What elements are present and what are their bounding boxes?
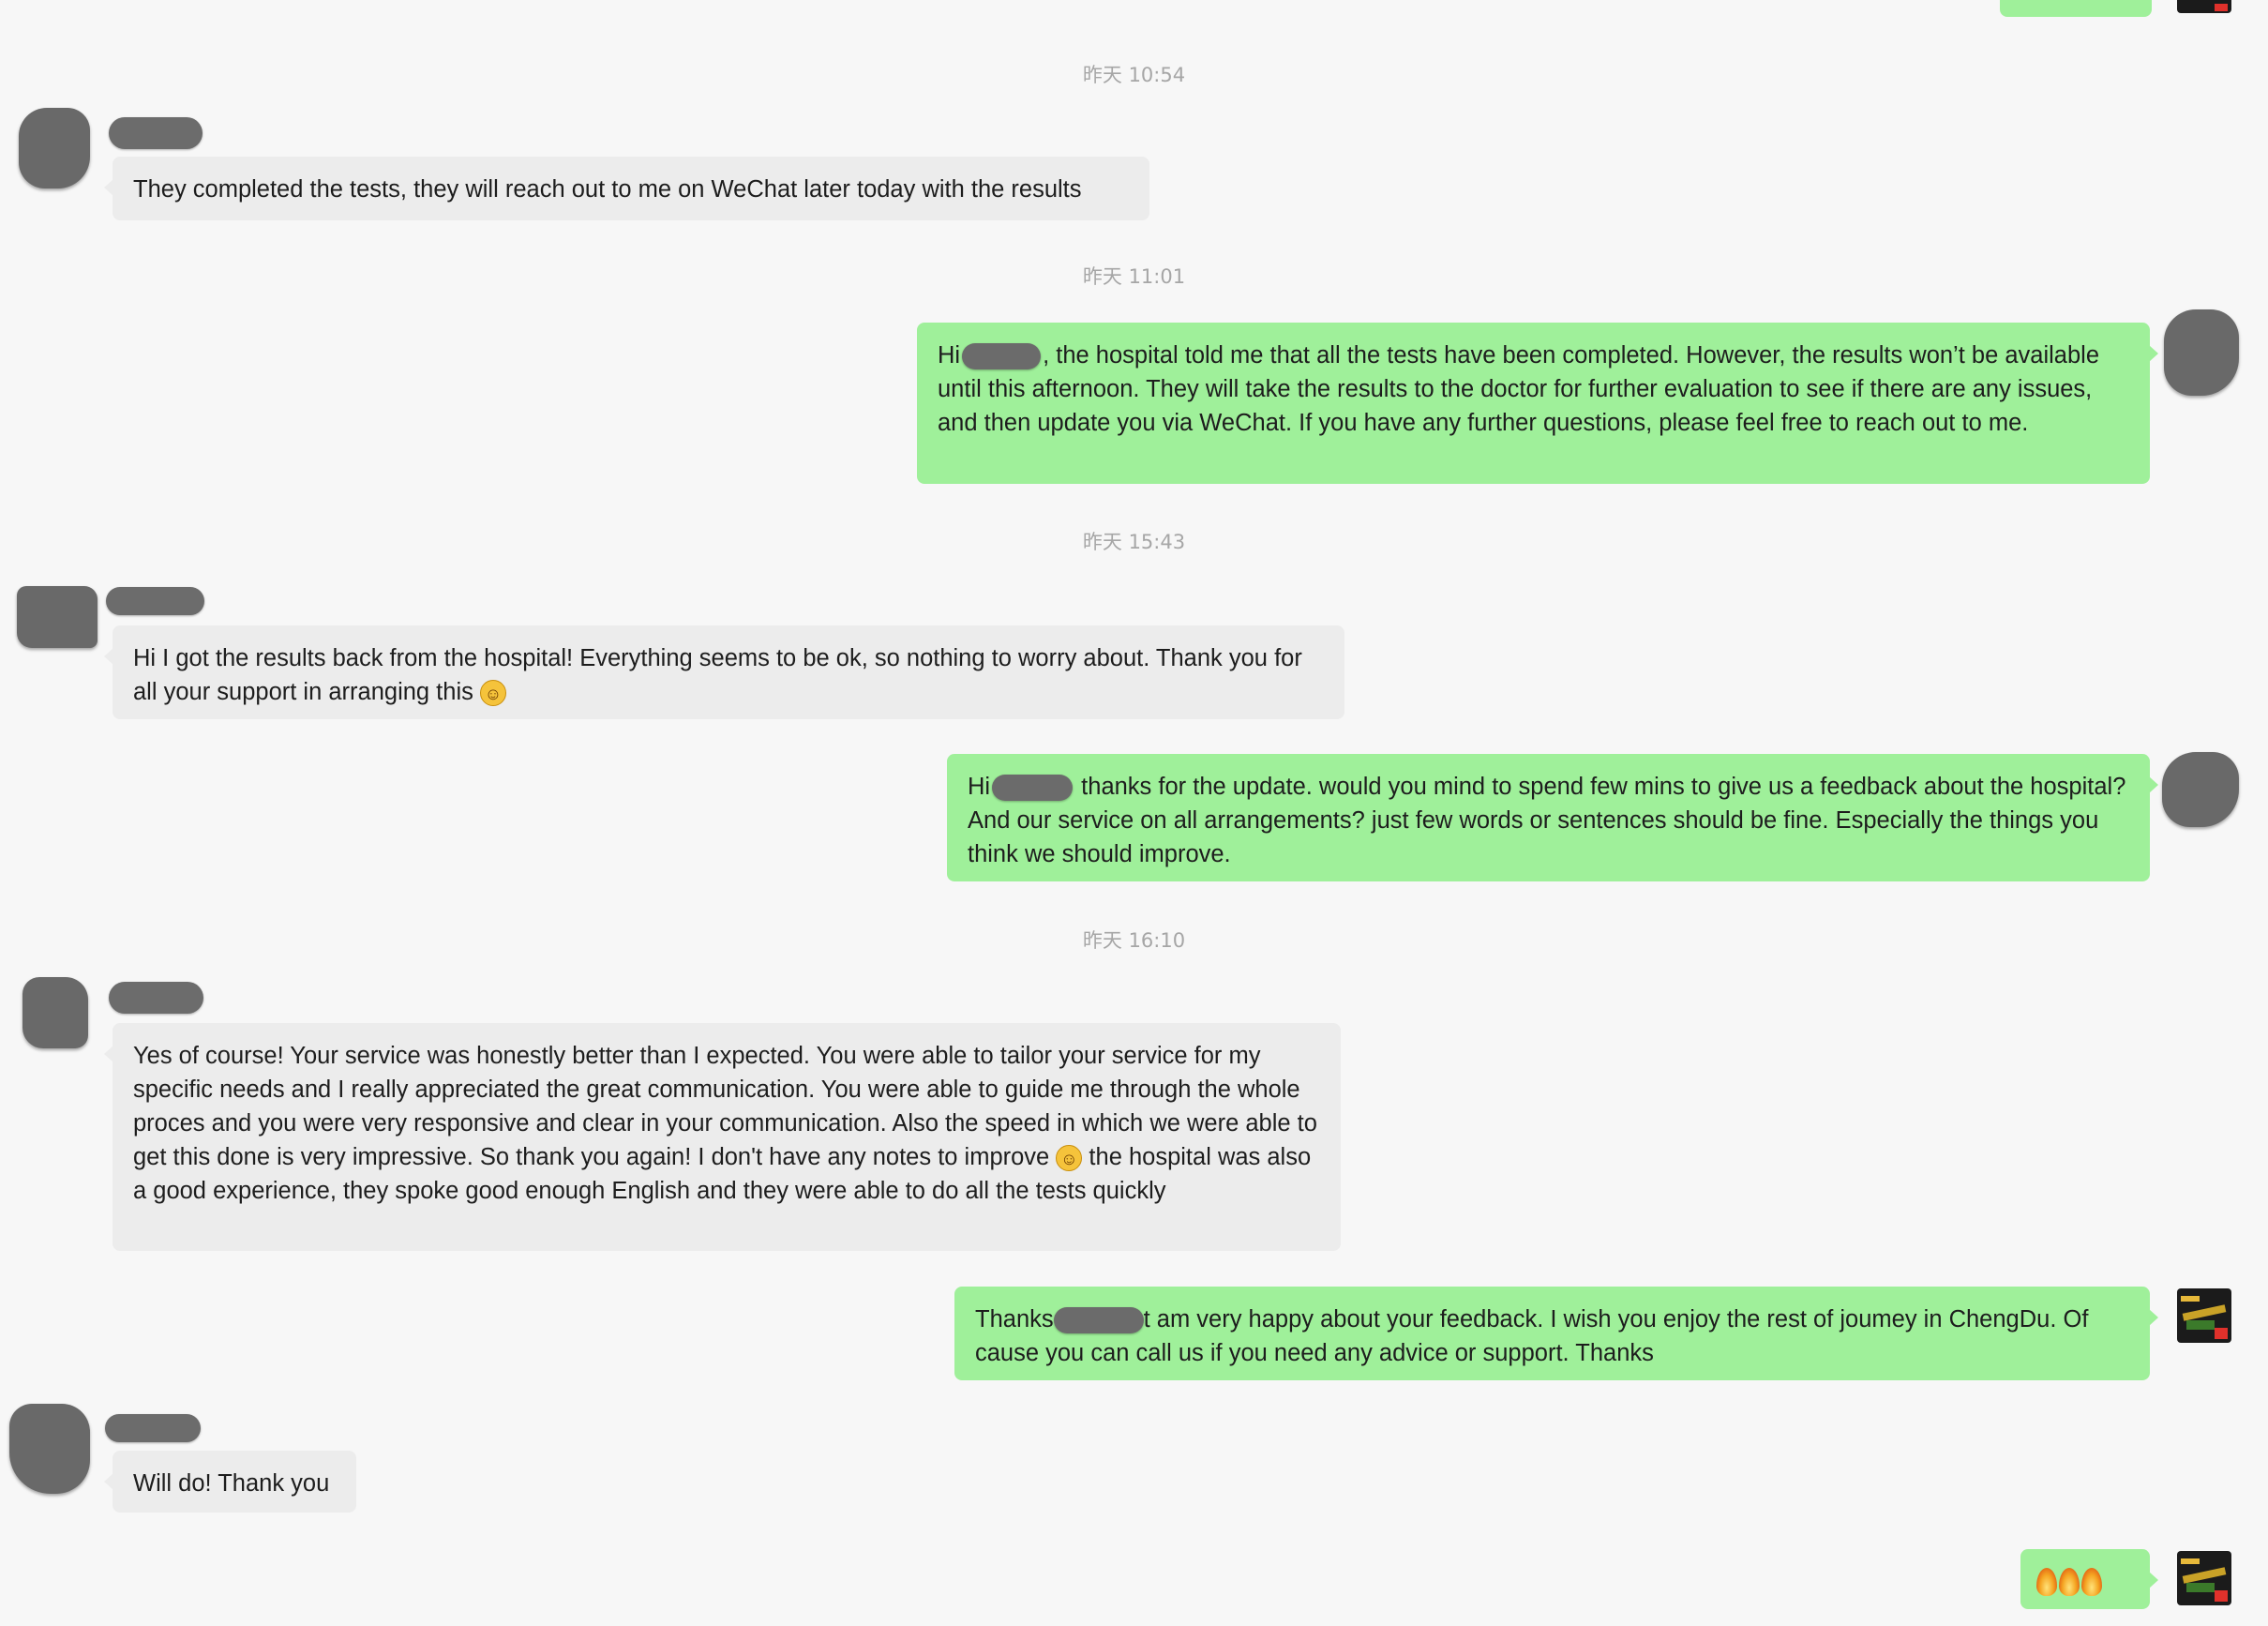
timestamp: 昨天 15:43 [1082, 531, 1186, 553]
message-prefix: Hi [938, 342, 961, 369]
message-text: Will do! Thank you [133, 1470, 330, 1497]
timestamp: 昨天 10:54 [1082, 64, 1186, 86]
message-bubble-outgoing[interactable]: Hi, the hospital told me that all the te… [917, 323, 2158, 484]
my-avatar[interactable] [2177, 1288, 2231, 1343]
contact-name-redacted [106, 587, 204, 615]
contact-name-redacted [109, 117, 203, 149]
smiling-face-emoji: ☺ [1056, 1145, 1083, 1172]
my-avatar[interactable] [2177, 1551, 2231, 1605]
message-text: thanks for the update. would you mind to… [968, 774, 2126, 867]
message-bubble-incoming[interactable]: Will do! Thank you [104, 1451, 356, 1513]
my-avatar[interactable] [2162, 752, 2239, 827]
redacted-name [962, 343, 1042, 370]
message-text: , the hospital told me that all the test… [938, 342, 2099, 436]
timestamp: 昨天 11:01 [1082, 265, 1186, 288]
redacted-name [1053, 1307, 1144, 1334]
contact-avatar[interactable] [23, 977, 88, 1048]
message-bubble-incoming[interactable]: They completed the tests, they will reac… [104, 157, 1149, 220]
contact-avatar[interactable] [19, 108, 90, 188]
contact-avatar[interactable] [9, 1404, 90, 1494]
flame-emoji [2036, 1568, 2057, 1597]
message-bubble-outgoing[interactable]: Hi thanks for the update. would you mind… [947, 754, 2158, 881]
timestamp: 昨天 16:10 [1082, 929, 1186, 952]
message-bubble-incoming[interactable]: Yes of course! Your service was honestly… [104, 1023, 1341, 1251]
my-avatar[interactable] [2164, 309, 2239, 396]
message-text: They completed the tests, they will reac… [133, 176, 1082, 203]
redacted-name [992, 775, 1074, 802]
my-avatar-partial[interactable] [2177, 0, 2231, 13]
message-text: Hi I got the results back from the hospi… [133, 645, 1302, 705]
contact-avatar[interactable] [17, 586, 98, 648]
partial-outgoing-bubble[interactable] [2000, 0, 2152, 17]
message-prefix: Hi [968, 774, 991, 800]
flame-emoji [2081, 1568, 2102, 1597]
message-bubble-outgoing[interactable]: Thanks t am very happy about your feedbac… [954, 1287, 2158, 1380]
contact-name-redacted [105, 1414, 201, 1442]
flame-emoji [2059, 1568, 2080, 1597]
message-bubble-incoming[interactable]: Hi I got the results back from the hospi… [104, 625, 1344, 719]
message-prefix: Thanks [975, 1306, 1054, 1332]
message-bubble-outgoing[interactable] [2020, 1549, 2158, 1609]
smiling-face-emoji: ☺ [479, 680, 506, 707]
contact-name-redacted [109, 982, 203, 1014]
